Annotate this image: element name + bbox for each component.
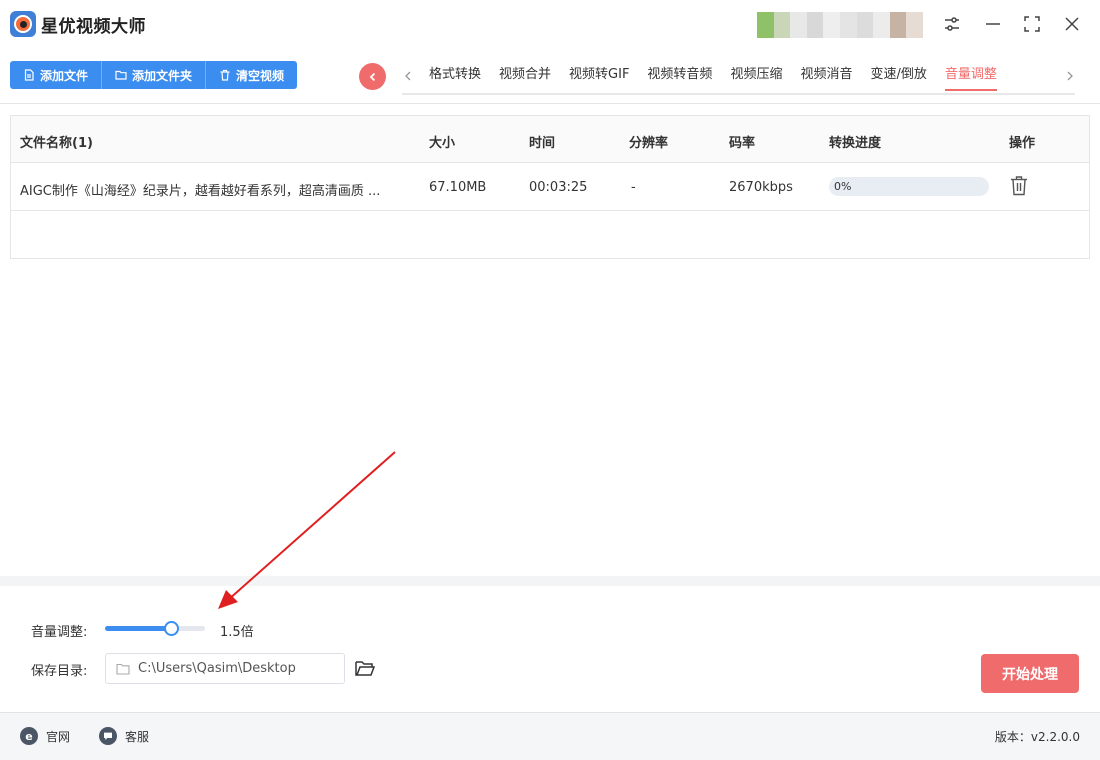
panel-separator [0,576,1100,586]
volume-slider[interactable] [105,621,205,636]
settings-panel [0,586,1100,712]
table-header: 文件名称(1) 大小 时间 分辨率 码率 转换进度 操作 [11,116,1089,163]
table-row[interactable]: AIGC制作《山海经》纪录片，越看越好看系列，超高清画质 ... 67.10MB… [11,163,1089,211]
tab-video-mute[interactable]: 视频消音 [791,60,861,94]
clear-videos-button[interactable]: 清空视频 [206,61,298,89]
volume-slider-thumb[interactable] [164,621,179,636]
website-link[interactable]: e 官网 [20,727,70,745]
add-folder-label: 添加文件夹 [132,68,193,83]
header-bitrate: 码率 [729,136,756,151]
support-link[interactable]: 客服 [99,727,149,745]
tab-speed-reverse[interactable]: 变速/倒放 [861,60,935,94]
user-avatar[interactable] [757,12,923,38]
chat-bubble-icon [99,727,117,745]
tab-video-to-gif[interactable]: 视频转GIF [560,60,638,94]
ie-browser-icon: e [20,727,38,745]
back-button[interactable] [359,63,386,90]
save-dir-value: C:\Users\Qasim\Desktop [138,661,296,676]
header-resolution: 分辨率 [629,136,669,151]
file-icon [23,69,35,81]
add-file-label: 添加文件 [40,68,89,83]
minimize-icon[interactable] [981,12,1005,36]
save-dir-label: 保存目录: [31,664,88,679]
app-title: 星优视频大师 [41,17,146,37]
row-file-name: AIGC制作《山海经》纪录片，越看越好看系列，超高清画质 ... [20,184,381,199]
delete-row-icon[interactable] [1009,175,1029,197]
tab-volume-adjust[interactable]: 音量调整 [936,60,1006,94]
volume-value: 1.5倍 [220,625,254,640]
tab-format-convert[interactable]: 格式转换 [420,60,490,94]
header-action: 操作 [1009,136,1036,151]
maximize-icon[interactable] [1020,12,1044,36]
trash-icon [219,69,231,81]
save-dir-field[interactable]: C:\Users\Qasim\Desktop [105,653,345,684]
app-logo-icon [10,11,36,37]
row-size: 67.10MB [429,180,487,195]
add-folder-button[interactable]: 添加文件夹 [102,61,207,89]
title-bar: 星优视频大师 [0,0,1100,48]
tabs-underline [402,93,1075,95]
footer-bar: e 官网 客服 版本：v2.2.0.0 [0,712,1100,760]
header-file-name: 文件名称(1) [20,136,93,151]
progress-text: 0% [834,180,852,193]
conversion-progress-bar: 0% [829,177,989,196]
settings-sliders-icon[interactable] [940,12,964,36]
open-folder-icon[interactable] [354,659,376,679]
version-text: 版本：v2.2.0.0 [994,730,1080,744]
row-bitrate: 2670kbps [729,180,793,195]
feature-tabs: 格式转换 视频合并 视频转GIF 视频转音频 视频压缩 视频消音 变速/倒放 音… [420,60,1006,94]
folder-outline-icon [116,663,130,675]
volume-slider-fill [105,626,172,631]
support-label: 客服 [125,729,150,744]
tabs-scroll-left-icon[interactable] [401,66,415,86]
row-resolution: - [631,180,636,195]
row-time: 00:03:25 [529,180,588,195]
add-file-button[interactable]: 添加文件 [10,61,103,89]
folder-icon [115,69,127,81]
header-size: 大小 [429,136,456,151]
file-table: 文件名称(1) 大小 时间 分辨率 码率 转换进度 操作 AIGC制作《山海经》… [10,115,1090,259]
clear-videos-label: 清空视频 [236,68,285,83]
tab-video-compress[interactable]: 视频压缩 [721,60,791,94]
tabs-scroll-right-icon[interactable] [1063,66,1077,86]
divider [0,103,1100,104]
website-label: 官网 [46,729,71,744]
start-processing-button[interactable]: 开始处理 [981,654,1079,693]
header-progress: 转换进度 [829,136,882,151]
header-time: 时间 [529,136,556,151]
close-icon[interactable] [1060,12,1084,36]
tab-video-to-audio[interactable]: 视频转音频 [638,60,721,94]
volume-label: 音量调整: [31,625,88,640]
tab-video-merge[interactable]: 视频合并 [490,60,560,94]
file-toolbar: 添加文件 添加文件夹 清空视频 [10,61,298,89]
file-list-empty-area [10,259,1090,575]
